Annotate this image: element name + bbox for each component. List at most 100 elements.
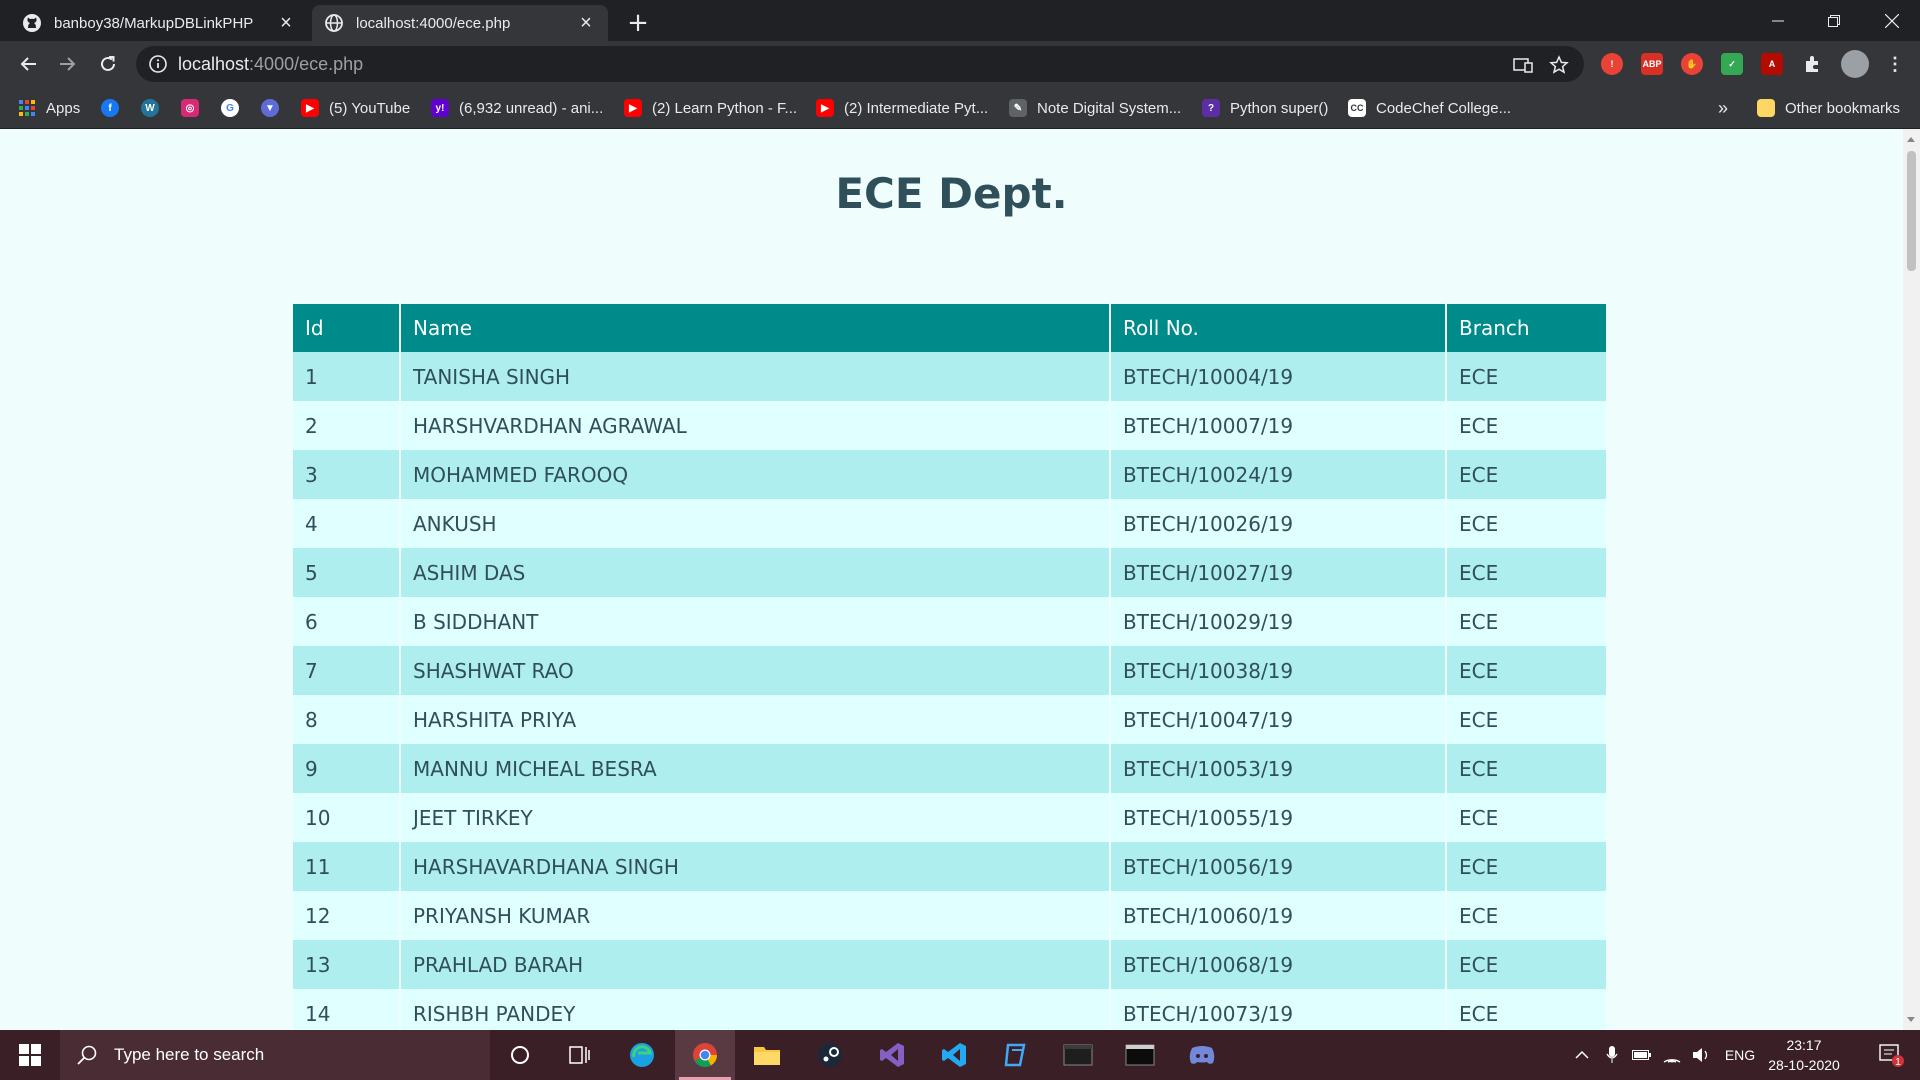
language-indicator[interactable]: ENG [1720, 1030, 1760, 1080]
bookmark-instagram[interactable]: ◎ [181, 87, 199, 129]
cell-name: PRIYANSH KUMAR [400, 891, 1111, 940]
more-menu-icon[interactable]: ⋮ [1884, 53, 1906, 75]
microphone-icon[interactable] [1598, 1030, 1626, 1080]
cell-name: HARSHAVARDHANA SINGH [400, 842, 1111, 891]
cell-name: ASHIM DAS [400, 548, 1111, 597]
mysql-workbench-icon[interactable] [1048, 1030, 1108, 1080]
bookmark-python-super[interactable]: ? Python super() [1202, 87, 1328, 129]
azure-data-studio-icon[interactable] [986, 1030, 1046, 1080]
bookmark-learn-python[interactable]: ▶ (2) Learn Python - F... [624, 87, 797, 129]
bookmark-wordpress[interactable]: W [141, 87, 159, 129]
google-icon: G [221, 99, 239, 117]
bookmarks-overflow-button[interactable]: » [1718, 87, 1728, 129]
youtube-icon: ▶ [816, 99, 834, 117]
close-tab-icon[interactable]: × [576, 12, 596, 34]
tab-github[interactable]: banboy38/MarkupDBLinkPHP × [10, 5, 308, 41]
system-clock[interactable]: 23:17 28-10-2020 [1762, 1035, 1846, 1075]
action-center-button[interactable]: 1 [1862, 1030, 1920, 1080]
facebook-icon: f [101, 99, 119, 117]
cell-name: RISHBH PANDEY [400, 989, 1111, 1030]
other-bookmarks-folder[interactable]: Other bookmarks [1757, 87, 1900, 129]
reload-icon [101, 56, 115, 71]
table-row: 6B SIDDHANT BTECH/10029/19 ECE [293, 597, 1606, 646]
cell-roll-no: BTECH/10053/19 [1110, 744, 1447, 793]
bookmark-youtube[interactable]: ▶ (5) YouTube [301, 87, 410, 129]
yahoo-mail-icon: y! [431, 99, 449, 117]
site-info-icon[interactable] [148, 54, 168, 74]
cell-branch: ECE [1446, 891, 1606, 940]
minimize-icon[interactable] [1750, 0, 1806, 41]
file-explorer-icon[interactable] [737, 1030, 797, 1080]
cortana-icon[interactable] [490, 1030, 550, 1080]
taskbar-search[interactable]: Type here to search [60, 1030, 490, 1080]
vscode-icon[interactable] [924, 1030, 984, 1080]
python-bookmark-icon: ? [1202, 99, 1220, 117]
show-hidden-icons-chevron-icon[interactable] [1568, 1030, 1596, 1080]
grammar-extension-icon[interactable]: ✓ [1721, 53, 1743, 75]
cell-roll-no: BTECH/10060/19 [1110, 891, 1447, 940]
bookmark-codechef[interactable]: CC CodeChef College... [1348, 87, 1511, 129]
table-row: 9 MANNU MICHEAL BESRA BTECH/10053/19 ECE [293, 744, 1606, 793]
chrome-icon[interactable] [675, 1030, 735, 1080]
bookmark-shield[interactable]: ▼ [261, 87, 279, 129]
bookmark-intermediate-python[interactable]: ▶ (2) Intermediate Pyt... [816, 87, 988, 129]
bookmark-label: Apps [46, 99, 81, 117]
wordpress-icon: W [141, 99, 159, 117]
terminal-icon[interactable] [1110, 1030, 1170, 1080]
url-text[interactable]: localhost:4000/ece.php [178, 46, 363, 82]
cell-id: 3 [293, 450, 401, 499]
bookmark-facebook[interactable]: f [101, 87, 119, 129]
forward-button[interactable] [52, 48, 84, 80]
cell-id: 4 [293, 499, 401, 548]
alert-extension-icon[interactable]: ! [1601, 53, 1623, 75]
wifi-icon[interactable] [1658, 1030, 1686, 1080]
cell-name: MOHAMMED FAROOQ [400, 450, 1111, 499]
extensions-puzzle-icon[interactable] [1801, 53, 1823, 75]
new-tab-button[interactable]: + [622, 7, 654, 39]
steam-icon[interactable] [800, 1030, 860, 1080]
scroll-down-arrow-icon[interactable] [1907, 1017, 1915, 1022]
discord-icon[interactable] [1172, 1030, 1232, 1080]
shield-bookmark-icon: ▼ [261, 99, 279, 117]
cell-roll-no: BTECH/10073/19 [1110, 989, 1447, 1030]
restore-icon[interactable] [1806, 0, 1862, 41]
close-tab-icon[interactable]: × [276, 12, 296, 34]
volume-icon[interactable] [1688, 1030, 1716, 1080]
scroll-thumb[interactable] [1907, 151, 1916, 271]
edge-icon[interactable] [612, 1030, 672, 1080]
bookmark-apps[interactable]: Apps [18, 87, 80, 129]
adblock-hand-icon[interactable]: ✋ [1681, 53, 1703, 75]
search-icon [77, 1045, 97, 1065]
cell-id: 12 [293, 891, 401, 940]
star-bookmark-icon[interactable] [1548, 54, 1570, 76]
task-view-icon[interactable] [550, 1030, 610, 1080]
address-bar[interactable]: localhost:4000/ece.php [136, 46, 1584, 82]
battery-icon[interactable] [1628, 1030, 1656, 1080]
visual-studio-icon[interactable] [862, 1030, 922, 1080]
table-row: 2 HARSHVARDHAN AGRAWAL BTECH/10007/19 ECE [293, 401, 1606, 450]
close-window-icon[interactable] [1864, 0, 1920, 41]
page-scrollbar[interactable] [1903, 129, 1920, 1030]
cell-roll-no: BTECH/10047/19 [1110, 695, 1447, 744]
table-row: 12 PRIYANSH KUMAR BTECH/10060/19 ECE [293, 891, 1606, 940]
page-viewport: ECE Dept. Id Name Roll No. Branch 1 TANIS… [0, 129, 1903, 1030]
start-button[interactable] [0, 1030, 60, 1080]
adblock-plus-icon[interactable]: ABP [1641, 53, 1663, 75]
tab-strip: banboy38/MarkupDBLinkPHP × localhost:400… [0, 0, 1920, 41]
cell-roll-no: BTECH/10026/19 [1110, 499, 1447, 548]
reload-button[interactable] [92, 48, 124, 80]
forward-arrow-icon [60, 57, 76, 71]
back-button[interactable] [12, 48, 44, 80]
tab-ece[interactable]: localhost:4000/ece.php × [312, 5, 608, 41]
column-header-roll-no: Roll No. [1110, 304, 1447, 352]
bookmark-note-digital[interactable]: ✎ Note Digital System... [1009, 87, 1181, 129]
cell-id: 8 [293, 695, 401, 744]
cast-icon[interactable] [1512, 54, 1534, 76]
github-icon [23, 14, 41, 32]
bookmark-yahoo-mail[interactable]: y! (6,932 unread) - ani... [431, 87, 603, 129]
bookmark-google[interactable]: G [221, 87, 239, 129]
cell-id: 9 [293, 744, 401, 793]
pdf-extension-icon[interactable]: A [1761, 53, 1783, 75]
profile-avatar[interactable] [1841, 50, 1869, 78]
scroll-up-arrow-icon[interactable] [1907, 137, 1915, 142]
